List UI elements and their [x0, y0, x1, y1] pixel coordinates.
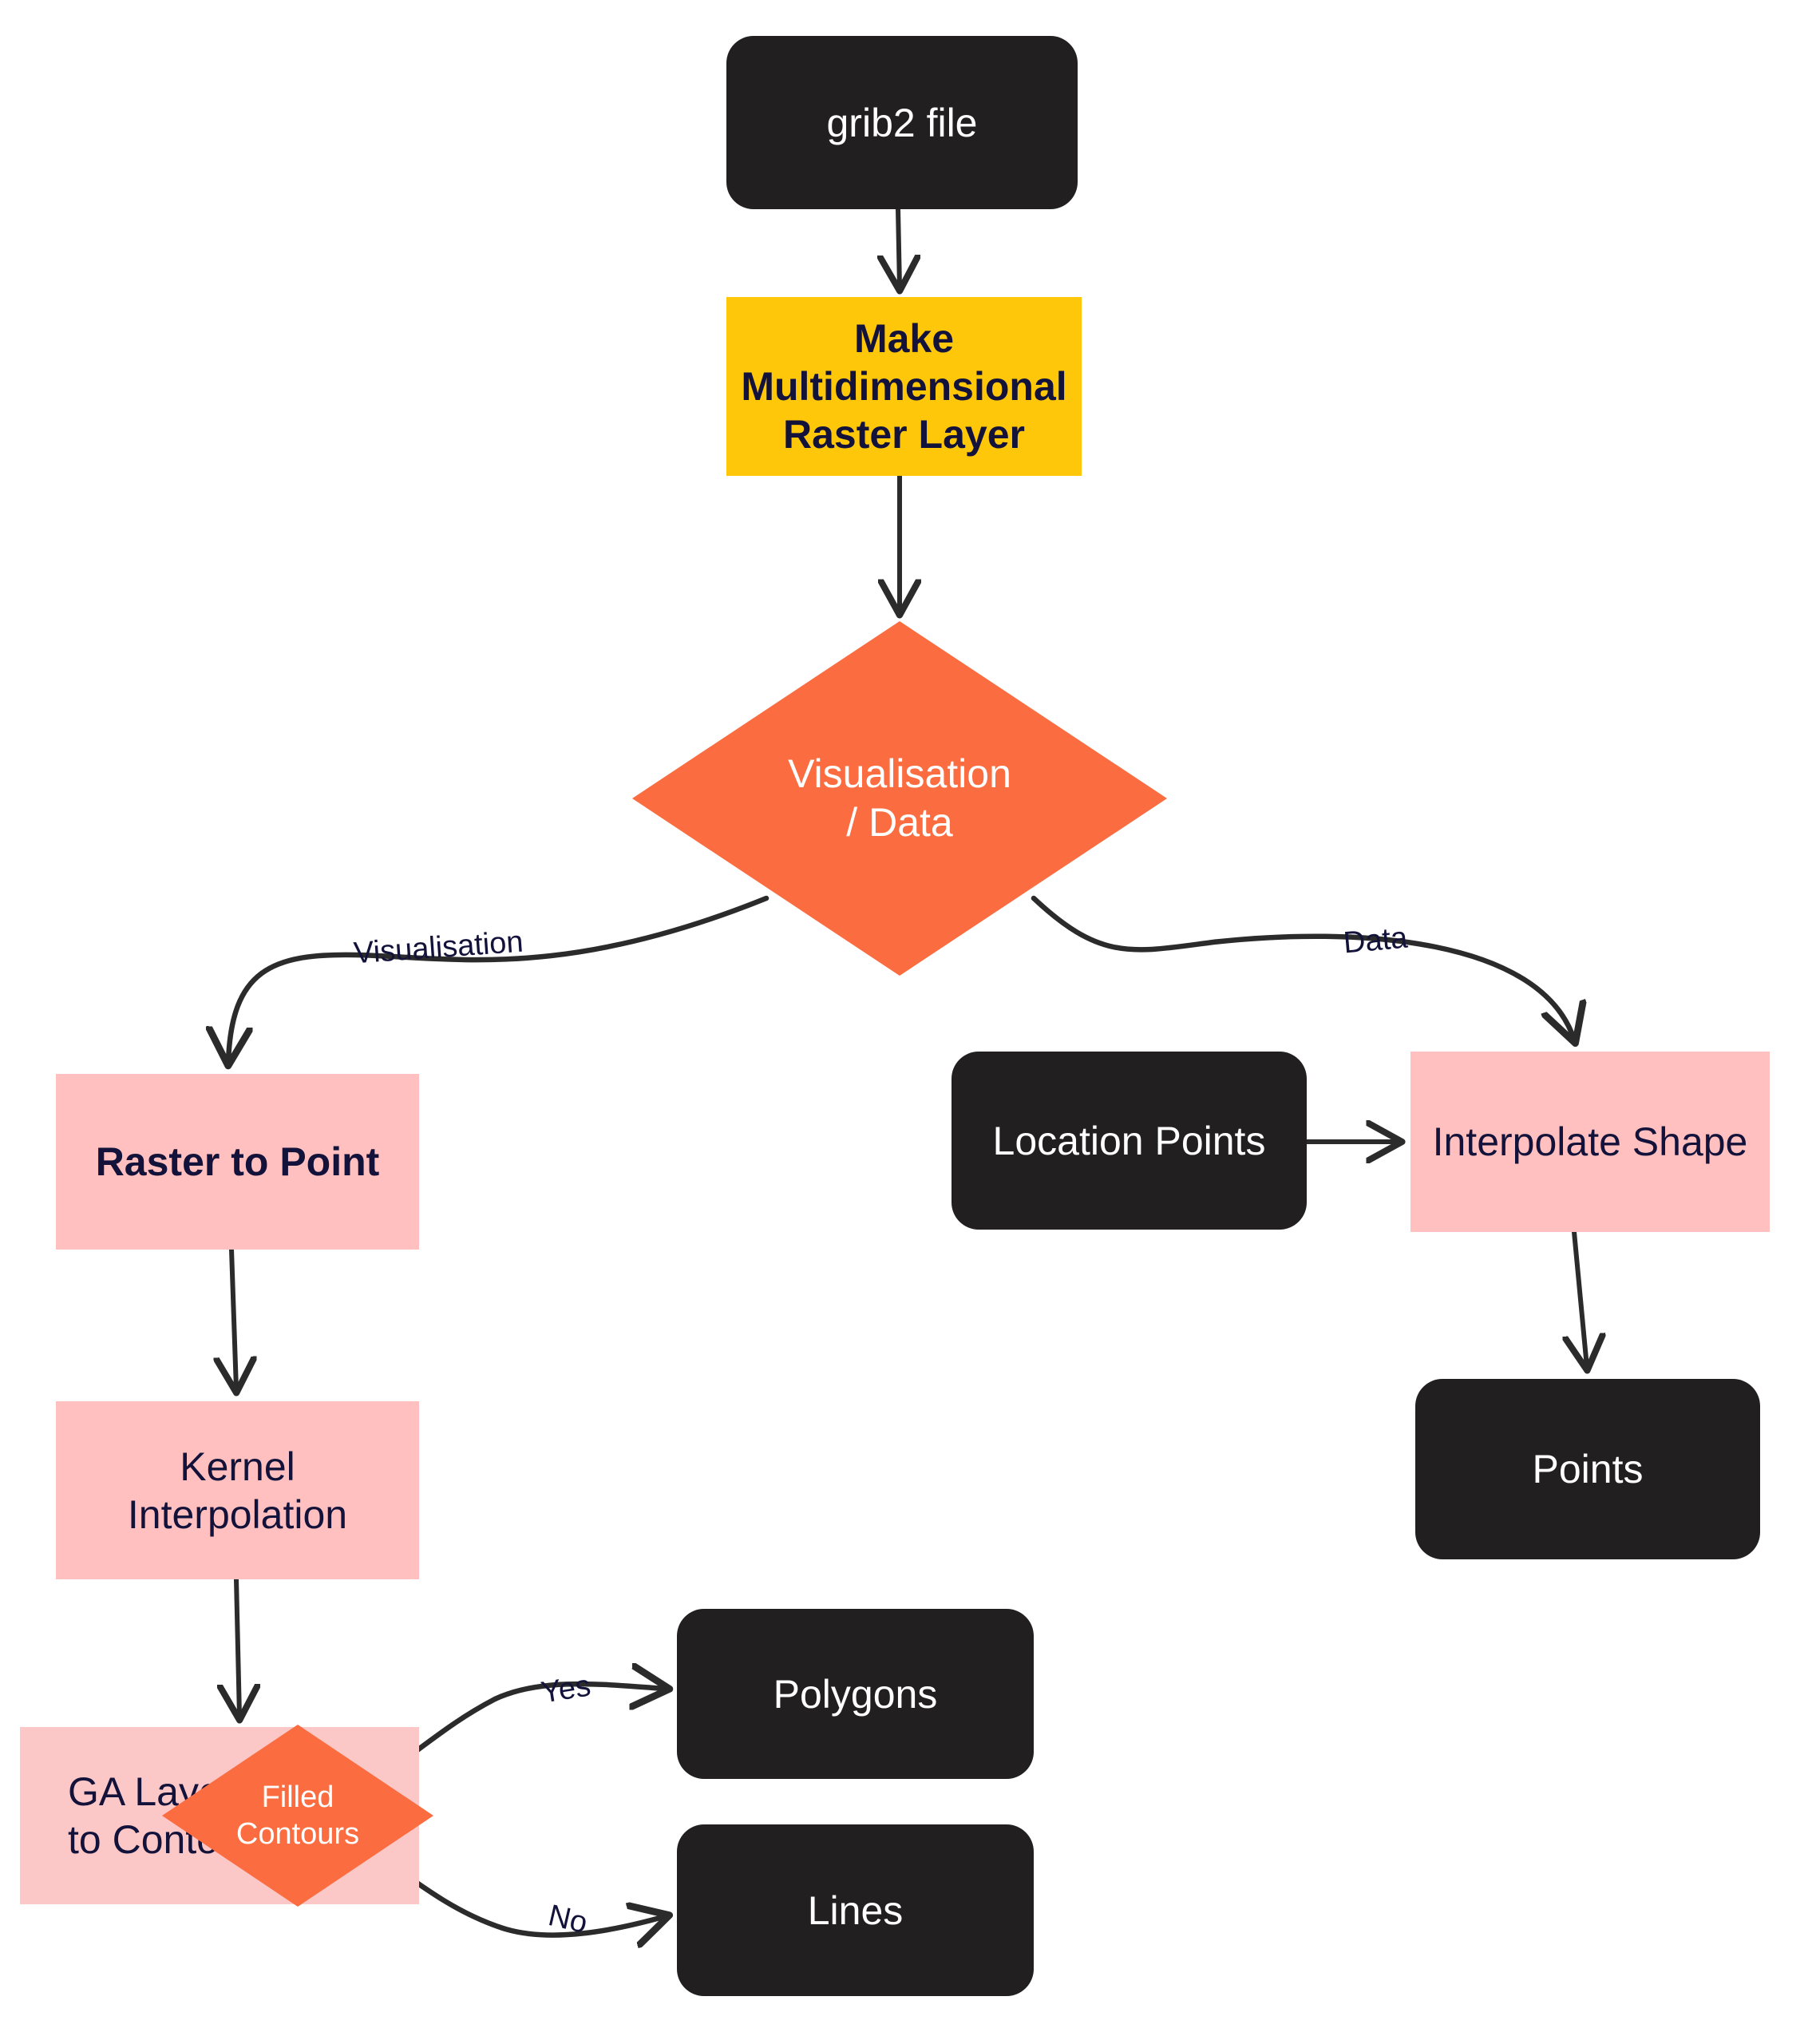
node-lines[interactable]: Lines: [677, 1824, 1034, 1996]
node-kernel-interpolation[interactable]: Kernel Interpolation: [56, 1401, 419, 1579]
edge-label-visualisation: Visualisation: [352, 925, 524, 971]
node-filled-contours-decision[interactable]: Filled Contours: [162, 1725, 433, 1907]
node-visualisation-data-label: Visualisation / Data: [788, 751, 1011, 845]
edge-label-data: Data: [1342, 921, 1409, 961]
node-lines-label: Lines: [807, 1888, 904, 1933]
node-kernel-interpolation-label: Kernel Interpolation: [127, 1444, 348, 1537]
node-make-multidimensional-raster-layer-label: Make Multidimensional Raster Layer: [741, 316, 1067, 457]
node-visualisation-data-decision[interactable]: Visualisation / Data: [632, 621, 1167, 976]
edge-label-yes: Yes: [539, 1669, 593, 1710]
node-location-points[interactable]: Location Points: [952, 1052, 1307, 1230]
edge-grib2-to-make-layer: [898, 207, 900, 287]
node-location-points-label: Location Points: [992, 1118, 1266, 1163]
node-grib2-file-label: grib2 file: [826, 100, 978, 145]
node-interpolate-shape-label: Interpolate Shape: [1432, 1119, 1748, 1164]
node-grib2-file[interactable]: grib2 file: [726, 36, 1078, 209]
edge-kernel-to-ga-layer: [236, 1577, 239, 1717]
edge-raster-to-point-to-kernel: [231, 1247, 236, 1389]
node-raster-to-point[interactable]: Raster to Point: [56, 1074, 419, 1250]
node-interpolate-shape[interactable]: Interpolate Shape: [1410, 1052, 1770, 1232]
edge-label-no: No: [545, 1899, 591, 1940]
flowchart-canvas: grib2 file Make Multidimensional Raster …: [0, 0, 1816, 2044]
node-points[interactable]: Points: [1415, 1379, 1760, 1559]
node-polygons-label: Polygons: [773, 1671, 938, 1717]
node-raster-to-point-label: Raster to Point: [95, 1139, 380, 1184]
node-points-label: Points: [1532, 1447, 1644, 1491]
node-make-multidimensional-raster-layer[interactable]: Make Multidimensional Raster Layer: [726, 297, 1082, 476]
node-polygons[interactable]: Polygons: [677, 1609, 1034, 1779]
node-filled-contours-label: Filled Contours: [235, 1780, 360, 1851]
edge-interpolate-shape-to-points: [1574, 1230, 1587, 1367]
